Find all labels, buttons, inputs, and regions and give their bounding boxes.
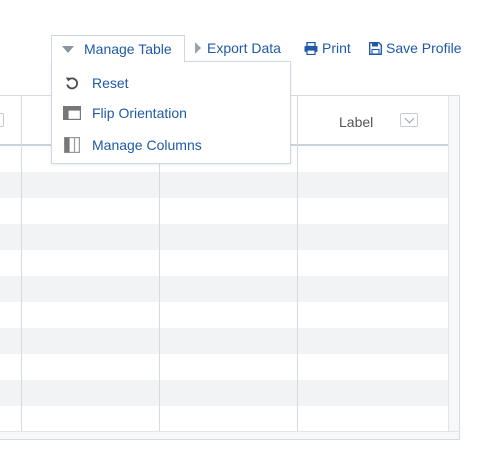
- column-dropdown-button[interactable]: [400, 113, 418, 127]
- flip-orientation-icon: [62, 104, 82, 122]
- column-menu-icon[interactable]: [0, 113, 4, 127]
- menu-item-manage-columns[interactable]: Manage Columns: [62, 134, 202, 156]
- export-data-label: Export Data: [207, 40, 281, 56]
- print-label: Print: [322, 40, 351, 56]
- table-row[interactable]: [0, 250, 459, 276]
- menu-item-flip-orientation[interactable]: Flip Orientation: [62, 102, 187, 124]
- table-row[interactable]: [0, 276, 459, 302]
- manage-table-menu: Reset Flip Orientation Manage Columns: [51, 61, 291, 164]
- table-row[interactable]: [0, 172, 459, 198]
- column-divider: [297, 96, 298, 439]
- manage-table-label: Manage Table: [84, 41, 172, 57]
- menu-item-label: Manage Columns: [92, 137, 202, 153]
- column-header-label[interactable]: Label: [339, 114, 373, 130]
- manage-columns-icon: [62, 136, 82, 154]
- triangle-down-icon: [62, 45, 74, 53]
- printer-icon: [304, 41, 318, 55]
- reset-icon: [62, 74, 82, 92]
- column-divider: [21, 96, 22, 439]
- table-toolbar: Manage Table Export Data Print Save Prof…: [0, 0, 495, 62]
- menu-item-reset[interactable]: Reset: [62, 72, 129, 94]
- table-row[interactable]: [0, 302, 459, 328]
- vertical-scrollbar[interactable]: [448, 96, 459, 439]
- triangle-right-icon: [195, 42, 201, 54]
- export-data-button[interactable]: Export Data: [195, 38, 281, 58]
- horizontal-scrollbar[interactable]: [0, 431, 459, 439]
- table-row[interactable]: [0, 224, 459, 250]
- table-row[interactable]: [0, 198, 459, 224]
- menu-item-label: Reset: [92, 75, 129, 91]
- menu-item-label: Flip Orientation: [92, 105, 187, 121]
- floppy-disk-icon: [369, 41, 382, 55]
- table-row[interactable]: [0, 406, 459, 432]
- save-profile-label: Save Profile: [386, 40, 462, 56]
- table-row[interactable]: [0, 380, 459, 406]
- print-button[interactable]: Print: [304, 38, 351, 58]
- table-row[interactable]: [0, 354, 459, 380]
- table-row[interactable]: [0, 328, 459, 354]
- chevron-down-icon: [404, 113, 414, 124]
- manage-table-button[interactable]: Manage Table: [51, 35, 185, 62]
- save-profile-button[interactable]: Save Profile: [369, 38, 461, 58]
